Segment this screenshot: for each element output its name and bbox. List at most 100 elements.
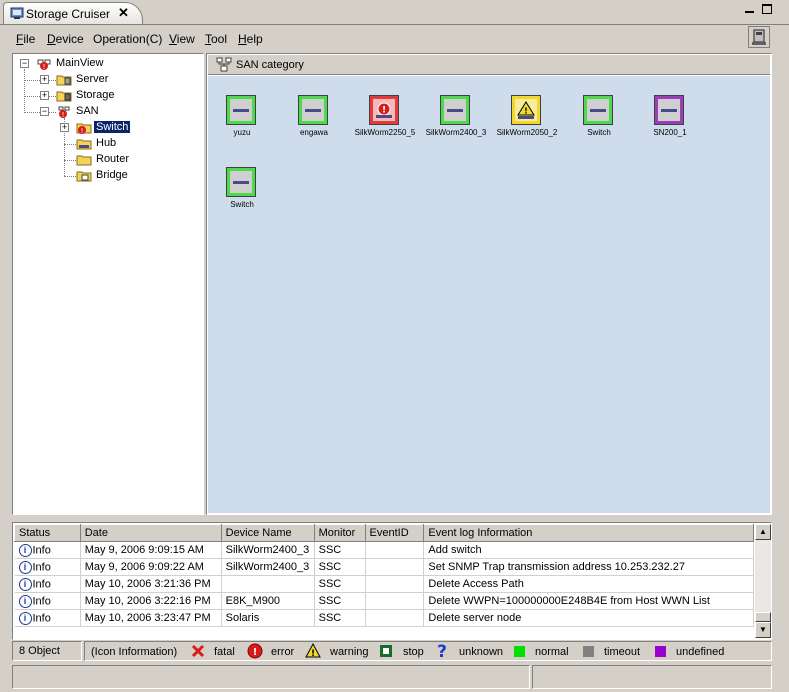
warning-icon: ! (517, 101, 535, 119)
table-row[interactable]: i Info May 10, 2006 3:21:36 PM SSC Delete… (14, 575, 754, 593)
tree-item-bridge[interactable]: Bridge (58, 168, 188, 184)
timeout-swatch (583, 646, 594, 657)
status-cell: i Info (14, 575, 81, 593)
window-tab[interactable]: Storage Cruiser ✕ (3, 2, 143, 24)
device-face (230, 171, 252, 193)
table-row[interactable]: i Info May 10, 2006 3:23:47 PM Solaris SS… (14, 609, 754, 627)
menu-operation[interactable]: Operation(C) (93, 32, 162, 46)
legend-timeout: timeout (604, 646, 641, 658)
device-switch-1[interactable]: Switch (563, 95, 635, 143)
column-header-status[interactable]: Status (14, 524, 81, 542)
status-frame: ! (511, 95, 541, 125)
collapse-icon[interactable]: − (40, 107, 49, 116)
close-tab-icon[interactable]: ✕ (118, 5, 129, 21)
tree-item-switch[interactable]: + ! Switch (58, 120, 188, 136)
log-scrollbar[interactable]: ▲ ▼ (755, 524, 771, 638)
scroll-down-icon[interactable]: ▼ (755, 622, 771, 638)
status-frame (226, 167, 256, 197)
table-row[interactable]: i Info May 9, 2006 9:09:22 AM SilkWorm240… (14, 558, 754, 576)
menu-help[interactable]: Help (238, 32, 263, 46)
date-cell: May 10, 2006 3:23:47 PM (80, 609, 222, 627)
device-face (658, 99, 680, 121)
switch-icon (661, 109, 677, 112)
table-row[interactable]: i Info May 9, 2006 9:09:15 AM SilkWorm240… (14, 541, 754, 559)
legend-error: error (271, 646, 295, 658)
device-silkworm2050-2[interactable]: ! SilkWorm2050_2 (491, 95, 563, 143)
status-frame (226, 95, 256, 125)
tree-item-hub[interactable]: Hub (58, 136, 188, 152)
maximize-icon[interactable] (762, 4, 772, 14)
device-cell: SilkWorm2400_3 (221, 541, 315, 559)
stop-icon (380, 645, 392, 657)
table-row[interactable]: i Info May 10, 2006 3:22:16 PM E8K_M900 S… (14, 592, 754, 610)
expand-icon[interactable]: + (60, 123, 69, 132)
minimize-icon[interactable] (744, 3, 756, 15)
menu-tool[interactable]: Tool (205, 32, 227, 46)
device-face: ! (373, 99, 395, 121)
switch-icon (233, 181, 249, 184)
info-cell: Set SNMP Trap transmission address 10.25… (423, 558, 754, 576)
tree-item-san[interactable]: − ! SAN (38, 104, 188, 120)
column-header-eventid[interactable]: EventID (364, 524, 425, 542)
monitor-cell: SSC (314, 592, 366, 610)
status-frame (583, 95, 613, 125)
device-silkworm2400-3[interactable]: SilkWorm2400_3 (420, 95, 492, 143)
expand-icon[interactable]: + (40, 91, 49, 100)
legend-unknown: unknown (459, 646, 504, 658)
device-label: SilkWorm2250_5 (354, 128, 416, 137)
monitor-cell: SSC (314, 541, 366, 559)
legend-bar: 8 Object (Icon Information) fatal ! erro… (12, 641, 772, 661)
device-label: Switch (587, 128, 611, 137)
expand-icon[interactable]: + (40, 75, 49, 84)
device-cell: Solaris (221, 609, 315, 627)
tree-item-server[interactable]: + Server (38, 72, 188, 88)
switch-icon (447, 109, 463, 112)
menu-file[interactable]: File (16, 32, 35, 46)
folder-server-icon (56, 75, 72, 86)
device-face (444, 99, 466, 121)
column-header-date[interactable]: Date (79, 524, 222, 542)
scroll-thumb[interactable] (755, 612, 771, 622)
tree-item-router[interactable]: Router (58, 152, 188, 168)
date-cell: May 9, 2006 9:09:22 AM (80, 558, 222, 576)
menu-device[interactable]: Device (47, 32, 84, 46)
device-yuzu[interactable]: yuzu (206, 95, 278, 143)
column-header-device[interactable]: Device Name (220, 524, 315, 542)
status-cell-secondary (532, 665, 772, 689)
info-cell: Delete Access Path (423, 575, 754, 593)
collapse-icon[interactable]: − (20, 59, 29, 68)
unknown-icon: ? (437, 642, 447, 660)
status-frame (298, 95, 328, 125)
switch-icon (233, 109, 249, 112)
tree-item-mainview[interactable]: − ! MainView (18, 56, 198, 72)
menu-view[interactable]: View (169, 32, 195, 46)
device-face (302, 99, 324, 121)
server-status-button[interactable] (748, 26, 770, 48)
warning-icon: ! (305, 643, 321, 659)
tree-item-storage[interactable]: + Storage (38, 88, 188, 104)
date-cell: May 9, 2006 9:09:15 AM (80, 541, 222, 559)
icon-information: (Icon Information) fatal ! error ! warni… (84, 641, 772, 661)
scroll-up-icon[interactable]: ▲ (755, 524, 771, 540)
category-title: SAN category (236, 59, 304, 71)
device-label: yuzu (233, 128, 251, 137)
window-title: Storage Cruiser (26, 7, 111, 21)
device-engawa[interactable]: engawa (278, 95, 350, 143)
monitor-cell: SSC (314, 558, 366, 576)
legend-warning: warning (330, 646, 369, 658)
device-silkworm2250-5[interactable]: ! SilkWorm2250_5 (349, 95, 421, 143)
column-header-monitor[interactable]: Monitor (313, 524, 366, 542)
info-cell: Add switch (423, 541, 754, 559)
legend-stop: stop (403, 646, 424, 658)
legend-fatal: fatal (214, 646, 235, 658)
device-face (230, 99, 252, 121)
category-header: SAN category (208, 55, 770, 75)
svg-text:!: ! (382, 106, 386, 116)
monitor-cell: SSC (314, 575, 366, 593)
switch-icon (590, 109, 606, 112)
info-icon: i (18, 577, 32, 591)
column-header-info[interactable]: Event log Information (423, 524, 754, 542)
status-cell: i Info (14, 592, 81, 610)
device-switch-2[interactable]: Switch (206, 167, 278, 215)
device-sn200-1[interactable]: SN200_1 (634, 95, 706, 143)
